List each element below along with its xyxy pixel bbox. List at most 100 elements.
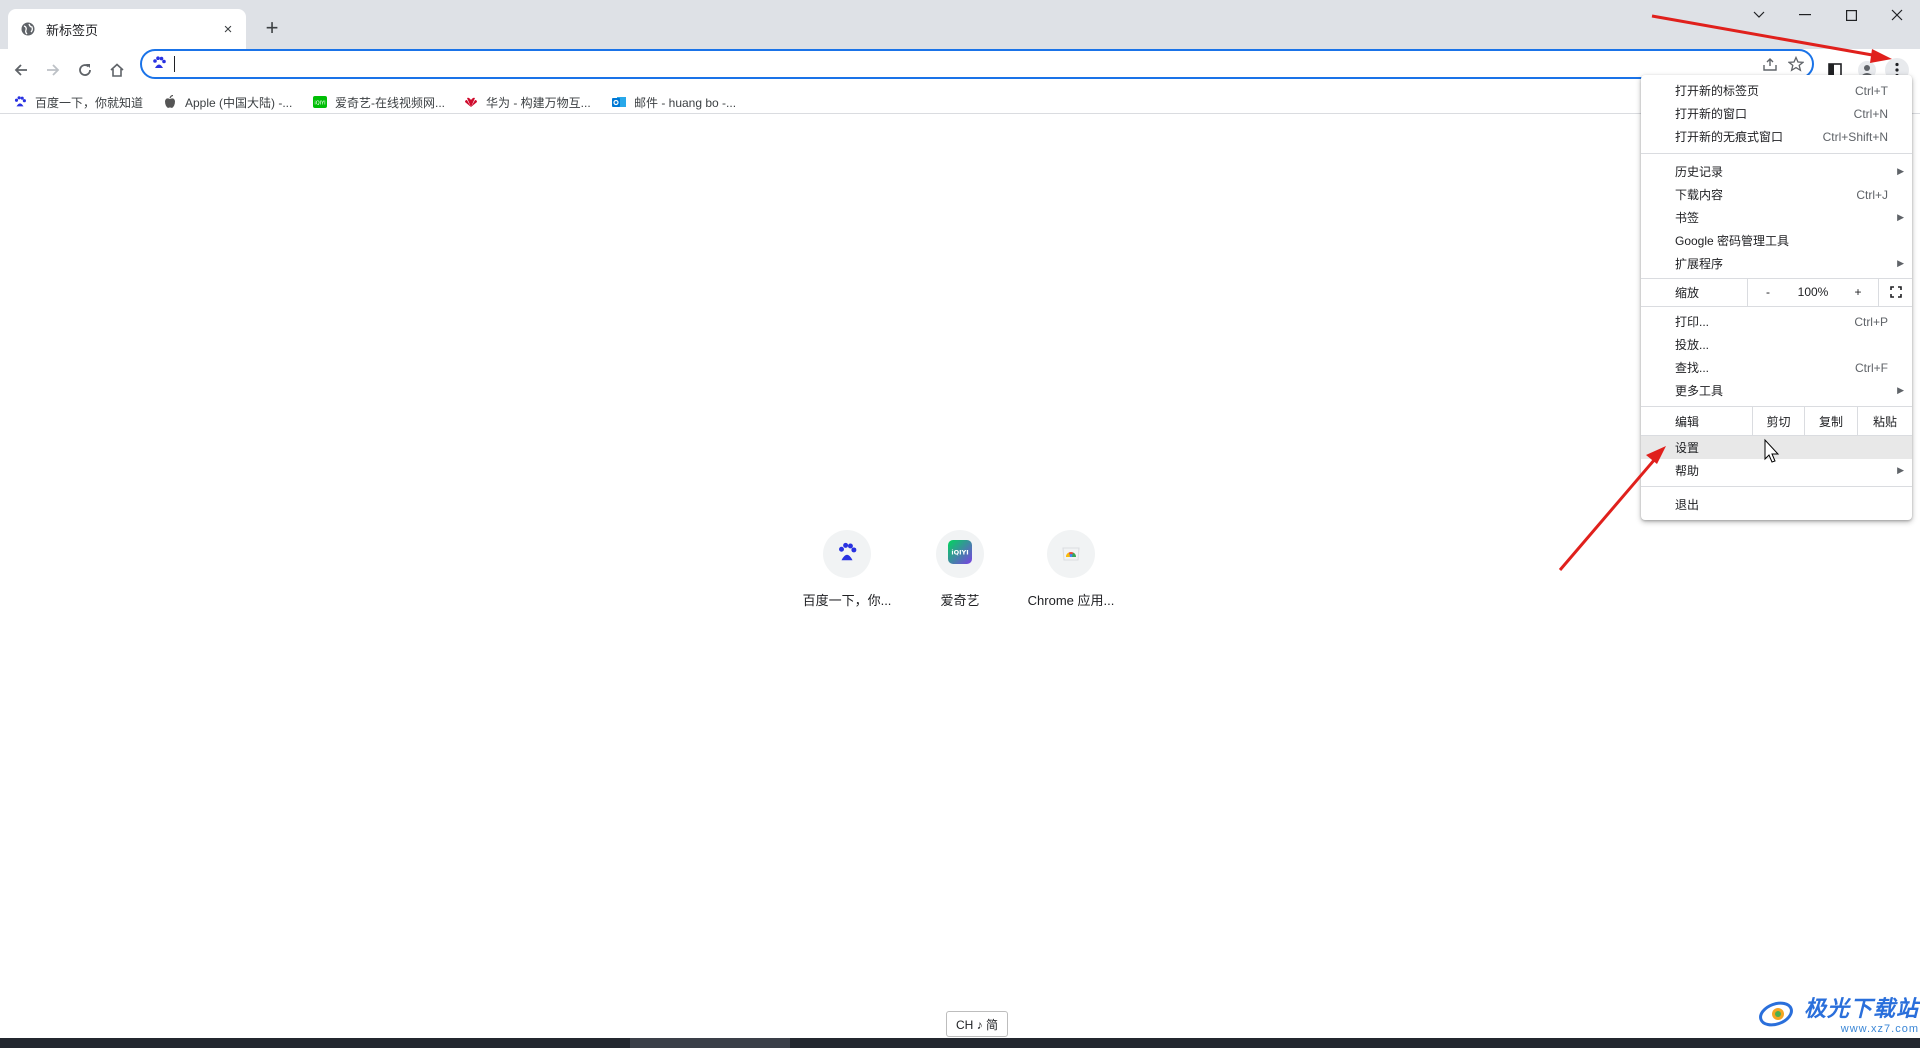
cut-button[interactable]: 剪切 [1753,407,1804,435]
reload-icon[interactable] [70,55,100,85]
tab-strip: 新标签页 × + [0,0,1920,49]
huawei-icon [463,94,479,110]
menu-item-new-incognito-window[interactable]: 打开新的无痕式窗口 Ctrl+Shift+N [1641,125,1912,148]
bookmark-baidu[interactable]: 百度一下，你就知道 [12,91,143,113]
bookmark-label: 百度一下，你就知道 [35,95,144,110]
menu-item-shortcut: Ctrl+N [1853,106,1888,121]
menu-item-label: Google 密码管理工具 [1675,234,1790,248]
menu-item-history[interactable]: 历史记录 ▶ [1641,160,1912,183]
menu-item-print[interactable]: 打印... Ctrl+P [1641,310,1912,333]
menu-item-shortcut: Ctrl+Shift+N [1822,129,1888,144]
menu-item-find[interactable]: 查找... Ctrl+F [1641,356,1912,379]
svg-text:iQIYI: iQIYI [951,548,968,556]
menu-zoom-row: 缩放 - 100% + [1641,278,1912,306]
new-tab-button[interactable]: + [258,14,286,42]
submenu-arrow-icon: ▶ [1897,166,1904,176]
tab-new-tab[interactable]: 新标签页 × [8,9,246,49]
forward-icon[interactable] [38,55,68,85]
baidu-paw-icon [12,94,28,110]
menu-item-bookmarks[interactable]: 书签 ▶ [1641,206,1912,229]
address-bar[interactable] [140,49,1814,79]
menu-item-help[interactable]: 帮助 ▶ [1641,459,1912,482]
menu-item-more-tools[interactable]: 更多工具 ▶ [1641,379,1912,402]
menu-item-shortcut: Ctrl+P [1854,314,1888,329]
baidu-paw-icon [836,541,858,568]
submenu-arrow-icon: ▶ [1897,465,1904,475]
close-icon[interactable] [1874,0,1920,30]
shortcut-tile [1047,530,1095,578]
menu-item-label: 更多工具 [1675,384,1724,398]
menu-item-label: 打开新的无痕式窗口 [1675,130,1784,144]
menu-item-label: 下载内容 [1675,188,1724,202]
share-icon[interactable] [1760,54,1780,74]
bookmark-outlook[interactable]: 邮件 - huang bo -... [611,91,736,113]
bookmark-star-icon[interactable] [1786,54,1806,74]
shortcut-tile [823,530,871,578]
menu-item-new-window[interactable]: 打开新的窗口 Ctrl+N [1641,102,1912,125]
svg-text:iQIYI: iQIYI [314,101,325,107]
tab-title: 新标签页 [46,22,99,38]
bookmark-label: 爱奇艺-在线视频网... [335,95,445,110]
menu-item-exit[interactable]: 退出 [1641,493,1912,516]
baidu-paw-icon [150,54,168,72]
shortcut-baidu[interactable]: 百度一下，你... [792,530,902,609]
home-icon[interactable] [102,55,132,85]
menu-item-label: 投放... [1675,338,1710,352]
bookmark-apple[interactable]: Apple (中国大陆) -... [162,91,292,113]
maximize-icon[interactable] [1828,0,1874,30]
back-icon[interactable] [6,55,36,85]
globe-icon [20,21,36,37]
bookmark-huawei[interactable]: 华为 - 构建万物互... [463,91,591,113]
ime-indicator[interactable]: CH ♪ 简 [946,1011,1008,1037]
outlook-icon [611,94,627,110]
menu-item-cast[interactable]: 投放... [1641,333,1912,356]
bookmark-iqiyi[interactable]: iQIYI 爱奇艺-在线视频网... [312,91,445,113]
shortcut-iqiyi[interactable]: iQIYI 爱奇艺 [905,530,1015,609]
copy-button[interactable]: 复制 [1805,407,1857,435]
address-input[interactable] [172,52,1716,76]
iqiyi-icon: iQIYI [312,94,328,110]
menu-item-shortcut: Ctrl+T [1855,83,1888,98]
minimize-icon[interactable] [1782,0,1828,30]
menu-item-shortcut: Ctrl+J [1856,187,1888,202]
menu-item-settings[interactable]: 设置 [1641,436,1912,459]
shortcut-label: 爱奇艺 [940,593,980,608]
zoom-out-button[interactable]: - [1748,278,1788,306]
menu-item-extensions[interactable]: 扩展程序 ▶ [1641,252,1912,275]
bookmark-label: Apple (中国大陆) -... [185,95,293,110]
zoom-in-button[interactable]: + [1838,278,1878,306]
watermark-url: www.xz7.com [1840,1023,1920,1035]
text-caret [174,56,175,72]
iqiyi-icon: iQIYI [948,539,972,569]
submenu-arrow-icon: ▶ [1897,258,1904,268]
shortcut-tile: iQIYI [936,530,984,578]
zoom-label: 缩放 [1675,285,1700,300]
tab-close-icon[interactable]: × [216,17,240,41]
zoom-level: 100% [1797,285,1829,299]
menu-edit-row: 编辑 剪切 复制 粘贴 [1641,407,1912,435]
menu-item-password-manager[interactable]: Google 密码管理工具 [1641,229,1912,252]
paste-button[interactable]: 粘贴 [1858,407,1912,435]
menu-item-new-tab[interactable]: 打开新的标签页 Ctrl+T [1641,79,1912,102]
fullscreen-icon[interactable] [1879,278,1912,306]
menu-item-label: 帮助 [1675,464,1700,478]
aurora-logo-icon [1758,994,1798,1033]
watermark-logo: 极光下载站 www.xz7.com [1758,991,1919,1035]
menu-item-downloads[interactable]: 下载内容 Ctrl+J [1641,183,1912,206]
chevron-down-icon[interactable] [1736,0,1782,30]
menu-item-label: 设置 [1675,441,1700,455]
edit-label: 编辑 [1675,414,1700,429]
menu-divider [1641,153,1912,154]
submenu-arrow-icon: ▶ [1897,212,1904,222]
watermark-text: 极光下载站 www.xz7.com [1804,991,1919,1035]
shortcut-chrome-webstore[interactable]: Chrome 应用... [1016,530,1126,609]
menu-item-label: 退出 [1675,498,1700,512]
menu-divider [1641,306,1912,307]
shortcut-label: 百度一下，你... [802,593,892,608]
menu-item-label: 历史记录 [1675,165,1724,179]
menu-item-label: 打开新的窗口 [1675,107,1748,121]
menu-item-label: 书签 [1675,211,1700,225]
taskbar-app[interactable] [630,1038,790,1048]
menu-divider [1641,486,1912,487]
chrome-main-menu: 打开新的标签页 Ctrl+T 打开新的窗口 Ctrl+N 打开新的无痕式窗口 C… [1641,75,1912,520]
